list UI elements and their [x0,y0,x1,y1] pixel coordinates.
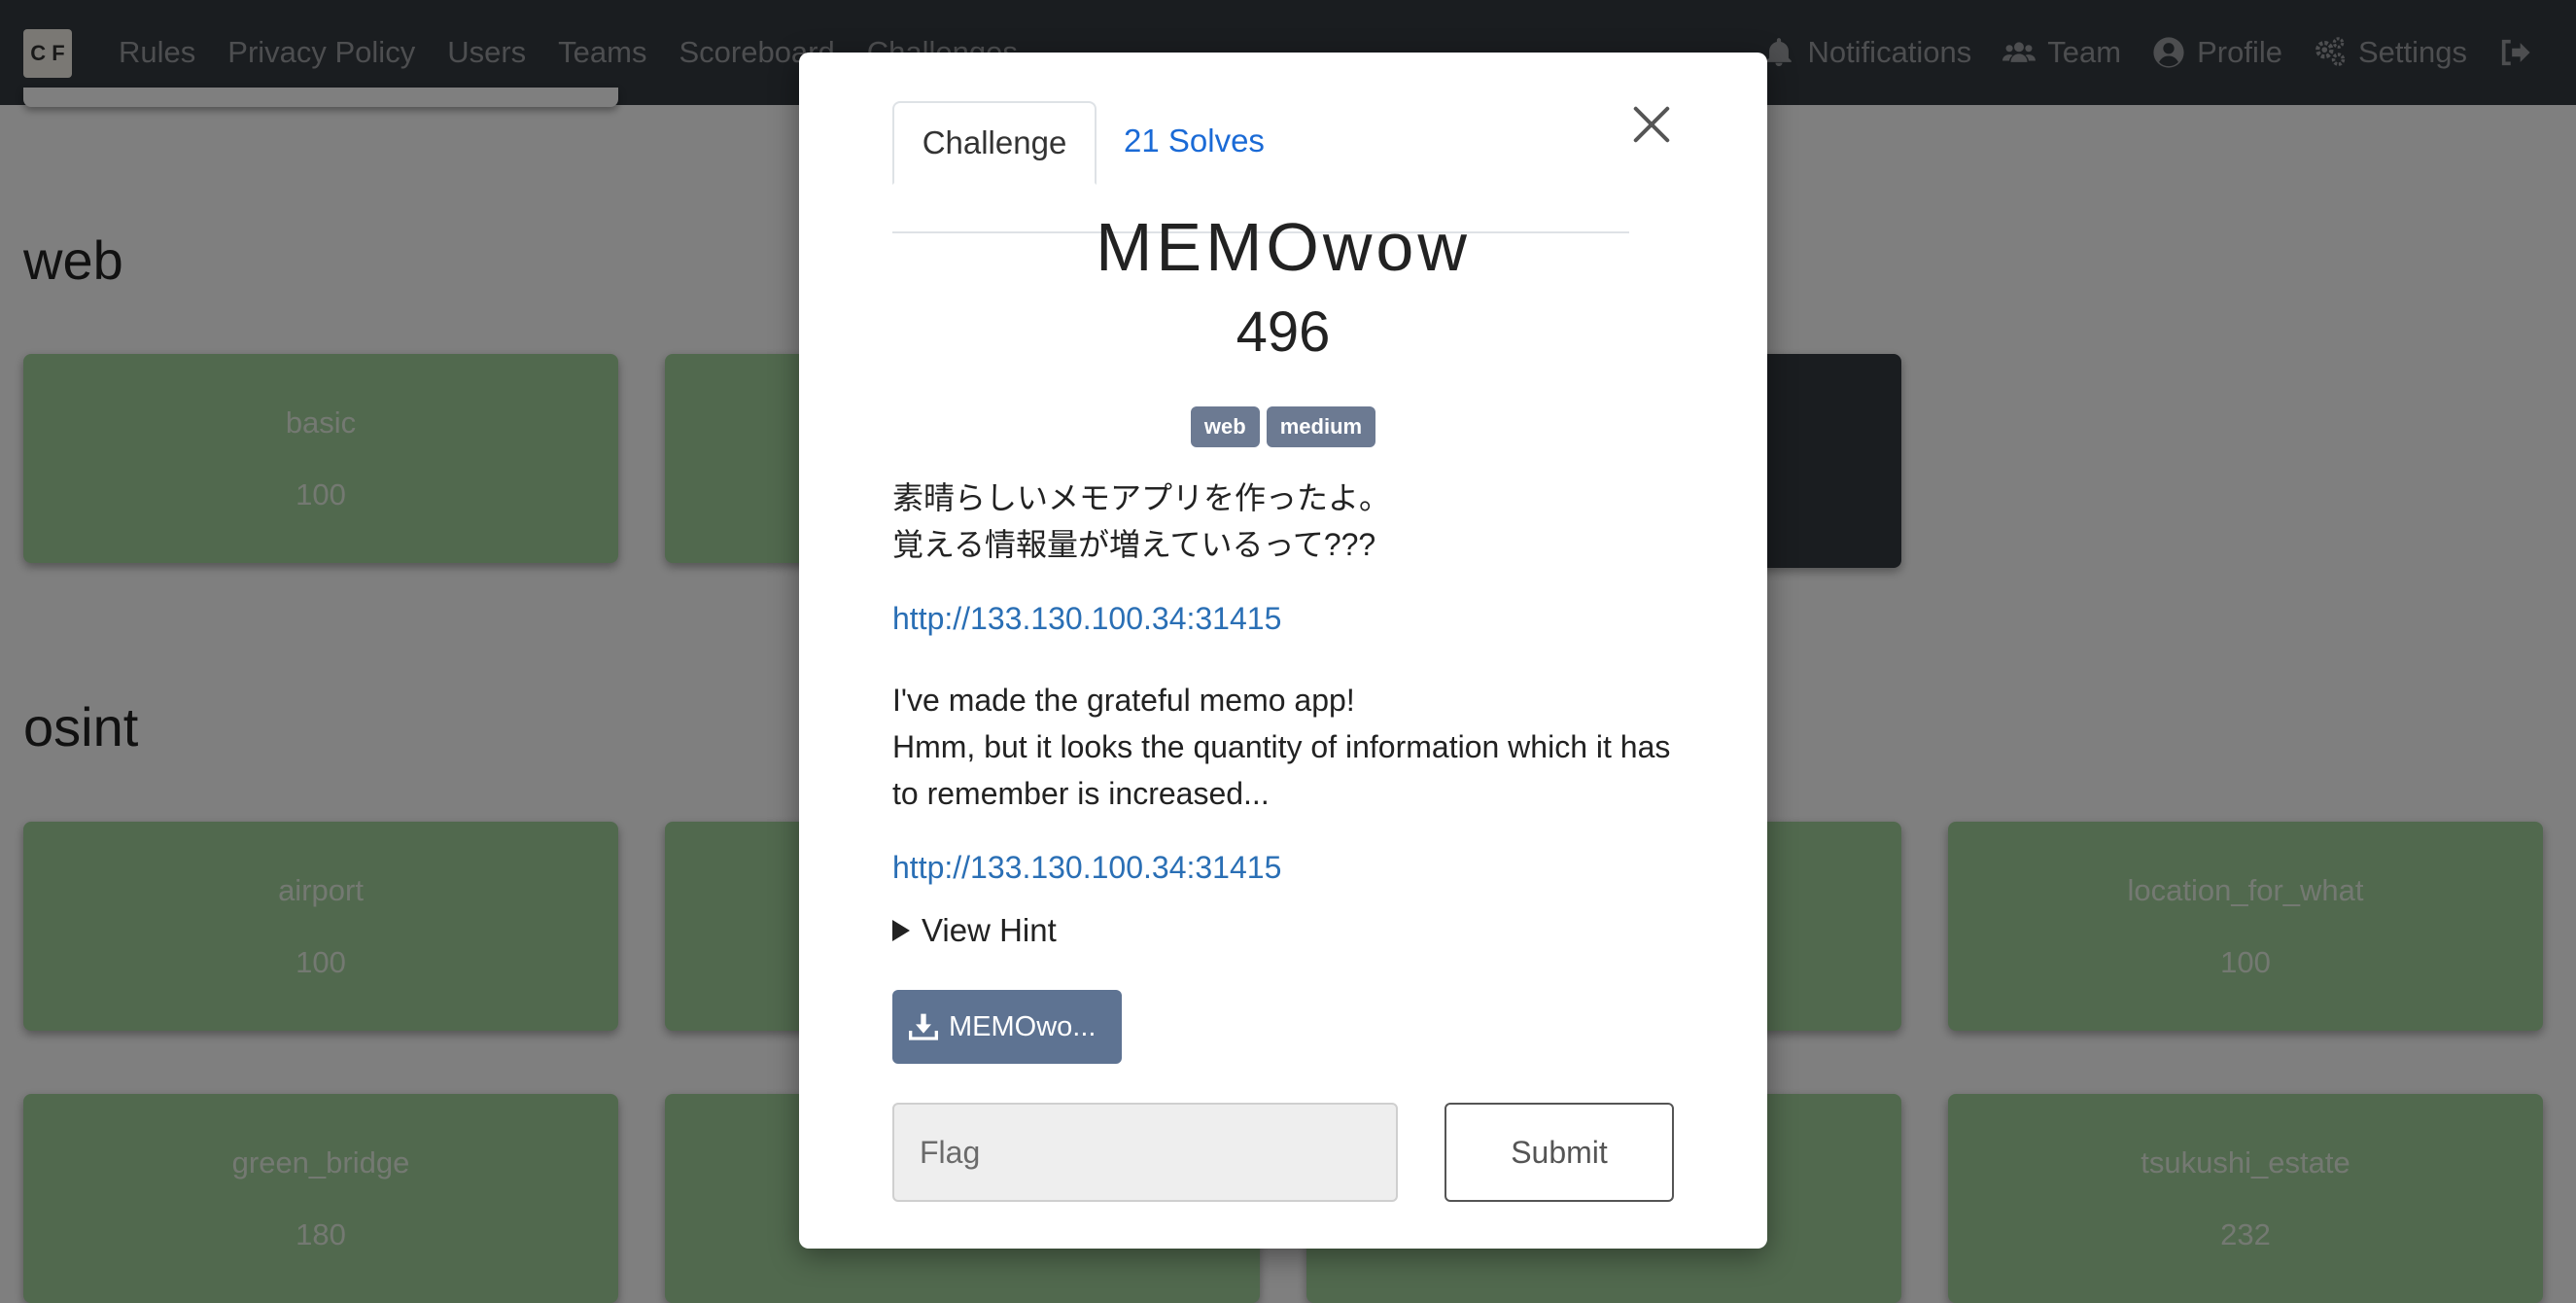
challenge-link-1[interactable]: http://133.130.100.34:31415 [892,601,1281,637]
view-hint-toggle[interactable]: View Hint [892,912,1057,949]
challenge-modal: Challenge 21 Solves MEMOwow 496 web medi… [799,53,1767,1249]
submit-button[interactable]: Submit [1445,1103,1674,1202]
description-line: 素晴らしいメモアプリを作ったよ。 [892,480,1391,515]
download-file-label: MEMOwo... [949,1010,1097,1042]
challenge-link-2[interactable]: http://133.130.100.34:31415 [892,850,1281,886]
description-line: 覚える情報量が増えているって??? [892,527,1376,562]
close-icon[interactable] [1629,103,1674,148]
download-file-button[interactable]: MEMOwo... [892,990,1122,1064]
flag-input[interactable] [892,1103,1398,1202]
description-japanese: 素晴らしいメモアプリを作ったよ。 覚える情報量が増えているって??? [892,475,1689,568]
tab-solves[interactable]: 21 Solves [1114,101,1274,181]
description-line: I've made the grateful memo app! [892,683,1355,718]
download-icon [909,1013,938,1040]
tab-challenge[interactable]: Challenge [892,101,1097,185]
description-line: Hmm, but it looks the quantity of inform… [892,729,1671,811]
challenge-value: 496 [1236,300,1331,364]
tag-badge: web [1190,406,1260,447]
tag-badge: medium [1266,406,1376,447]
description-english: I've made the grateful memo app! Hmm, bu… [892,677,1689,817]
challenge-tags: web medium [799,406,1767,447]
view-hint-label: View Hint [922,912,1057,948]
challenge-title: MEMOwow [1096,209,1471,285]
caret-right-icon [892,920,910,941]
